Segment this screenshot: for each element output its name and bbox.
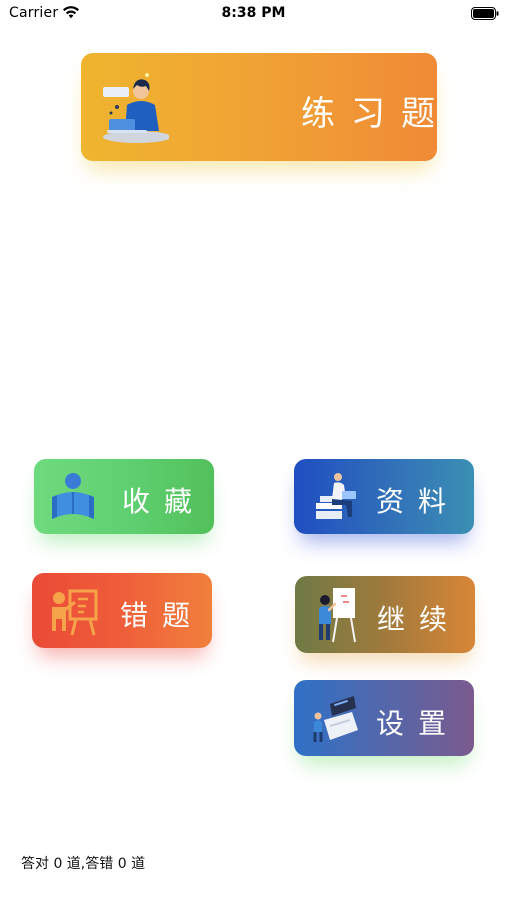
- practice-label: 练习题: [301, 94, 451, 134]
- settings-button[interactable]: 设置: [294, 680, 474, 756]
- practice-button[interactable]: 练习题: [81, 53, 437, 161]
- settings-label: 设置: [376, 707, 461, 740]
- person-at-control-panel-illustration: [313, 696, 358, 742]
- person-at-whiteboard-illustration: [319, 588, 356, 643]
- continue-label: 继续: [377, 603, 462, 636]
- status-time: 8:38 PM: [221, 5, 286, 21]
- materials-label: 资料: [376, 485, 461, 518]
- person-at-laptop-illustration: [103, 73, 169, 143]
- answer-stats: 答对 0 道,答错 0 道: [21, 856, 146, 872]
- continue-button[interactable]: 继续: [295, 576, 475, 653]
- wrong-questions-button[interactable]: 错题: [32, 573, 212, 648]
- favorites-label: 收藏: [122, 485, 207, 518]
- wrong-questions-label: 错题: [120, 599, 205, 632]
- favorites-button[interactable]: 收藏: [34, 459, 214, 534]
- status-bar: Carrier 8:38 PM: [0, 0, 507, 30]
- person-on-books-illustration: [316, 473, 356, 519]
- battery-icon: [471, 7, 499, 20]
- materials-button[interactable]: 资料: [294, 459, 474, 534]
- person-reading-book-illustration: [52, 473, 94, 519]
- teacher-at-board-illustration: [52, 589, 98, 636]
